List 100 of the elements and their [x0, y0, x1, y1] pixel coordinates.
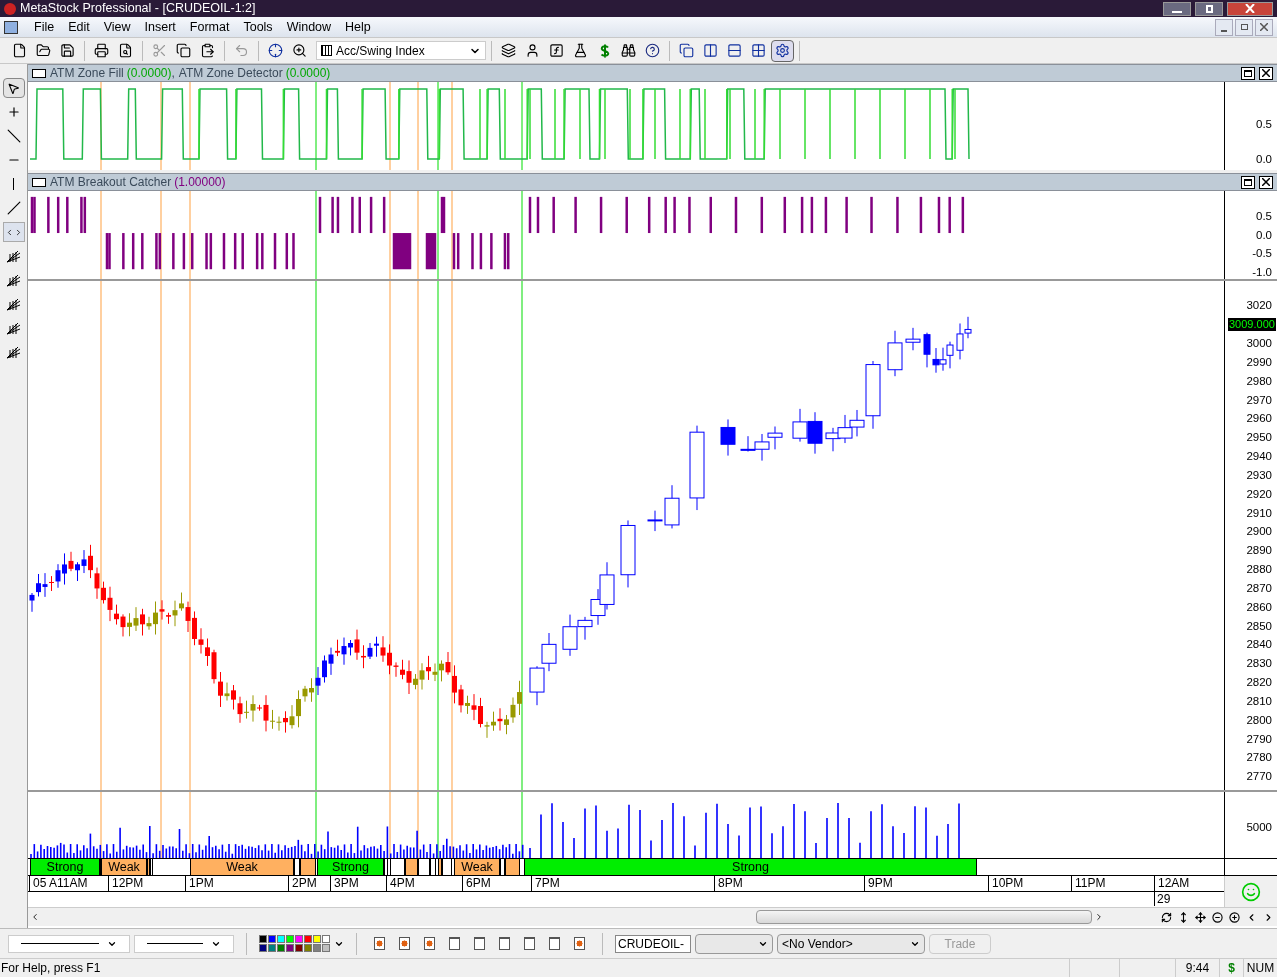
- axis-label: 2820: [1246, 677, 1272, 689]
- axis-label: 2910: [1246, 507, 1272, 520]
- pointer-tool-button[interactable]: [2, 78, 25, 98]
- crosshair-icon: [268, 43, 283, 58]
- axis-label: 0.0: [1256, 154, 1272, 166]
- hash-lines-icon: [6, 249, 21, 263]
- chart-nav-button[interactable]: [1226, 909, 1243, 925]
- axis-label: 2790: [1246, 733, 1272, 746]
- time-label: 2PM: [288, 876, 317, 891]
- indicator-icon: [321, 45, 332, 56]
- menu-item[interactable]: Format: [183, 17, 236, 37]
- axis-label: 0.0: [1256, 229, 1272, 241]
- axis-label: 2900: [1246, 526, 1272, 538]
- options-button[interactable]: [771, 39, 794, 62]
- hash-lines-icon: [6, 321, 21, 335]
- menu-item[interactable]: Edit: [62, 17, 96, 37]
- color-palette[interactable]: [259, 935, 330, 952]
- axis-label: 0.5: [1256, 119, 1272, 131]
- save-icon: [60, 43, 75, 58]
- restore-window-button[interactable]: [1195, 1, 1223, 16]
- indicator-name: ATM Zone Detector: [178, 65, 283, 82]
- undo-icon: [234, 43, 249, 58]
- slash-icon: [6, 201, 21, 215]
- zone-segment: Weak: [190, 859, 294, 875]
- cascade-icon: [679, 43, 694, 58]
- window-title: MetaStock Professional - [CRUDEOIL-1:2]: [20, 0, 256, 18]
- menu-item[interactable]: Window: [280, 17, 338, 37]
- open-icon: [36, 43, 51, 58]
- axis-label: 2940: [1246, 451, 1272, 463]
- axis-label: 2890: [1246, 545, 1272, 557]
- axis-label: 2970: [1246, 394, 1272, 406]
- close-pane-button[interactable]: [1259, 175, 1273, 189]
- axis-label: 3000: [1246, 338, 1272, 350]
- restore-document-button[interactable]: [1235, 18, 1253, 36]
- indicator-name: ATM Breakout Catcher: [50, 174, 172, 191]
- time-label: 1PM: [185, 876, 214, 891]
- page-icon: [474, 937, 485, 950]
- axis-label: 2840: [1246, 639, 1272, 651]
- close-icon: [1262, 178, 1270, 186]
- page-icon: [524, 937, 535, 950]
- time-label: 6PM: [462, 876, 491, 891]
- minimize-window-button[interactable]: [1163, 1, 1191, 16]
- menu-item[interactable]: View: [97, 17, 137, 37]
- page-icon: [374, 937, 385, 950]
- zoom-icon: [292, 43, 307, 58]
- menu-item[interactable]: Help: [339, 17, 377, 37]
- chart-nav-button[interactable]: [1192, 909, 1209, 925]
- maximize-pane-button[interactable]: [1241, 66, 1255, 80]
- close-icon: [1262, 69, 1270, 77]
- page-icon: [424, 937, 435, 950]
- plus-icon: [6, 105, 21, 119]
- scroll-tool-button[interactable]: [2, 222, 25, 242]
- zone-segment: Strong: [317, 859, 384, 875]
- print-icon: [94, 43, 109, 58]
- close-icon: [1260, 23, 1268, 31]
- line-style-select[interactable]: [134, 934, 234, 953]
- pointer-icon: [7, 81, 20, 95]
- axis-label: 2850: [1246, 620, 1272, 633]
- line-sample-icon: [147, 943, 203, 944]
- axis-label: 2860: [1246, 601, 1272, 614]
- nav-icon: [1212, 911, 1223, 923]
- hash-lines-icon: [6, 297, 21, 311]
- zone-segment: Weak: [454, 859, 500, 875]
- axis-label: 2830: [1246, 658, 1272, 670]
- axis-label: 0.5: [1256, 211, 1272, 223]
- indicator-select[interactable]: Acc/Swing Index: [316, 41, 486, 60]
- axis-label: 5000: [1246, 822, 1272, 834]
- last-price-label: 3009.000: [1228, 318, 1276, 331]
- axis-label: 2950: [1246, 432, 1272, 444]
- vendor-select[interactable]: <No Vendor>: [777, 933, 925, 954]
- nav-icon: [1229, 911, 1240, 923]
- page-icon: [574, 937, 585, 950]
- time-label: 12PM: [108, 876, 144, 891]
- status-currency: $: [1219, 959, 1243, 977]
- status-text: For Help, press F1: [0, 960, 102, 977]
- page-icon: [449, 937, 460, 950]
- menu-item[interactable]: File: [28, 17, 61, 37]
- axis-label: 2960: [1246, 413, 1272, 425]
- menu-item[interactable]: Tools: [237, 17, 279, 37]
- maximize-pane-button[interactable]: [1241, 175, 1255, 189]
- close-icon: [1245, 4, 1255, 13]
- smiley-icon: [1241, 881, 1261, 902]
- separator-comma: ,: [171, 65, 175, 82]
- line-style-select[interactable]: [8, 934, 130, 953]
- formula-icon: [549, 43, 564, 58]
- tile-horizontal-icon: [727, 43, 742, 58]
- minimize-document-button[interactable]: [1215, 18, 1233, 36]
- nav-icon: [1178, 911, 1189, 923]
- chart-nav-button[interactable]: [1209, 909, 1226, 925]
- line-sample-icon: [21, 943, 99, 944]
- symbol-field[interactable]: CRUDEOIL-: [615, 934, 691, 953]
- close-window-button[interactable]: [1227, 1, 1273, 16]
- scrollbar-thumb[interactable]: [756, 910, 1092, 924]
- close-pane-button[interactable]: [1259, 66, 1273, 80]
- zone-segment: Weak: [101, 859, 147, 875]
- cut-icon: [152, 43, 167, 58]
- menu-item[interactable]: Insert: [138, 17, 182, 37]
- close-document-button[interactable]: [1255, 18, 1273, 36]
- print-preview-icon: [118, 43, 133, 58]
- page-icon: [549, 937, 560, 950]
